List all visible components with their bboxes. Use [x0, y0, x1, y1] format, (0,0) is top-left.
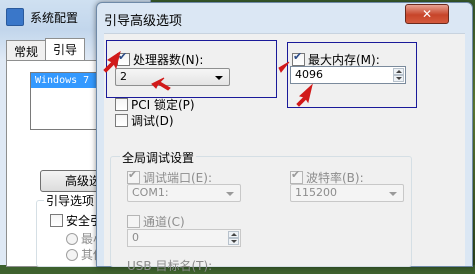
arrow-checkbox-processors-icon	[103, 50, 121, 73]
annotation-arrows	[103, 50, 313, 107]
arrow-memory-checkbox-icon	[278, 61, 290, 73]
arrow-memory-value-icon	[296, 83, 313, 107]
arrow-processors-select-icon	[151, 77, 171, 91]
